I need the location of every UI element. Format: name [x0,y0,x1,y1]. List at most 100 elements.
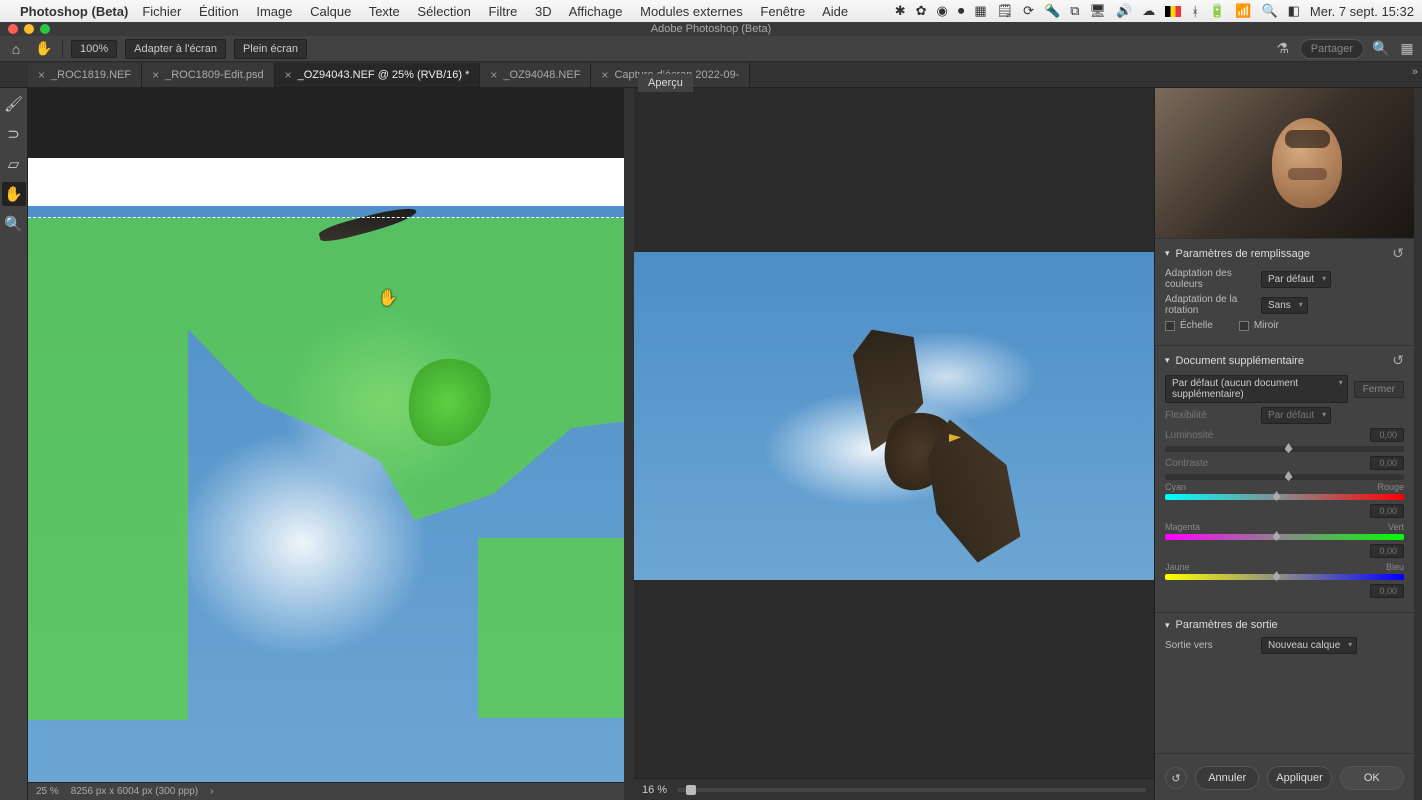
menu-fenetre[interactable]: Fenêtre [760,4,805,19]
menu-edition[interactable]: Édition [199,4,239,19]
value-luminosity: 0,00 [1370,428,1404,442]
brush-tool-icon[interactable]: 🖌 [2,92,26,116]
share-button[interactable]: Partager [1300,39,1364,59]
menu-selection[interactable]: Sélection [417,4,470,19]
home-icon[interactable]: ⌂ [6,39,26,59]
close-icon[interactable]: × [285,68,292,82]
window-minimize-button[interactable] [24,24,34,34]
tray-control-icon[interactable]: ◧ [1288,3,1300,19]
tray-icon[interactable]: ✿ [916,3,927,19]
search-icon[interactable]: 🔍 [1372,40,1390,58]
tray-battery-icon[interactable]: 🔋 [1209,3,1225,19]
tray-icon[interactable]: 🖥 [1090,3,1107,19]
document-tab[interactable]: × _ROC1819.NEF [28,63,142,87]
window-zoom-button[interactable] [40,24,50,34]
source-canvas[interactable]: ✋ 25 % 8256 px x 6004 px (300 ppp) › [28,88,624,800]
slider-cyan-red[interactable] [1165,494,1404,500]
extra-doc-dropdown[interactable]: Par défaut (aucun document supplémentair… [1165,375,1348,403]
menu-fichier[interactable]: Fichier [142,4,181,19]
chevron-down-icon[interactable]: ▾ [1165,620,1170,631]
beaker-icon[interactable]: ⚗ [1274,40,1292,58]
color-adapt-dropdown[interactable]: Par défaut [1261,271,1331,288]
fit-screen-button[interactable]: Adapter à l'écran [125,39,226,59]
close-icon[interactable]: × [601,68,608,82]
document-tabs: ×_ROC1819.NEF ×_ROC1809-Edit.psd ×_OZ940… [0,62,1422,88]
chevron-down-icon[interactable]: ▾ [1165,355,1170,366]
tray-icon[interactable]: ☁ [1142,3,1155,19]
tray-icon[interactable]: ◉ [937,3,948,19]
slider-luminosity[interactable] [1165,446,1404,452]
section-title: Document supplémentaire [1176,355,1304,367]
tab-label: _OZ94043.NEF @ 25% (RVB/16) * [298,69,470,81]
tray-volume-icon[interactable]: 🔊 [1116,3,1132,19]
lasso-tool-icon[interactable]: ⊃ [2,122,26,146]
app-name[interactable]: Photoshop (Beta) [20,4,128,19]
slider-yellow-blue[interactable] [1165,574,1404,580]
slider-magenta-green[interactable] [1165,534,1404,540]
menu-image[interactable]: Image [256,4,292,19]
document-tab-active[interactable]: × _OZ94043.NEF @ 25% (RVB/16) * [275,63,481,87]
full-screen-button[interactable]: Plein écran [234,39,307,59]
tray-icon[interactable]: ✱ [895,3,906,19]
workspace-icon[interactable]: ▦ [1398,40,1416,58]
tray-clock[interactable]: Mer. 7 sept. 15:32 [1310,4,1414,19]
menu-modules[interactable]: Modules externes [640,4,743,19]
window-close-button[interactable] [8,24,18,34]
hand-tool-icon[interactable]: ✋ [2,182,26,206]
tab-overflow-icon[interactable]: » [1412,66,1418,78]
hand-tool-icon[interactable]: ✋ [34,39,54,59]
menu-3d[interactable]: 3D [535,4,552,19]
ok-button[interactable]: OK [1340,766,1404,790]
tray-icon[interactable]: 🔦 [1044,3,1060,19]
status-dims[interactable]: 8256 px x 6004 px (300 ppp) [71,786,198,797]
preview-footer: 16 % [634,778,1154,800]
menu-calque[interactable]: Calque [310,4,351,19]
status-chevron-icon[interactable]: › [210,786,213,797]
tray-wifi-icon[interactable]: 📶 [1235,3,1251,19]
tray-icon[interactable]: ⟳ [1023,3,1034,19]
close-icon[interactable]: × [152,68,159,82]
preview-canvas[interactable]: Aperçu 16 % [634,88,1154,800]
label-jaune: Jaune [1165,562,1190,572]
preview-zoom-slider[interactable] [677,788,1146,792]
reset-icon[interactable]: ↺ [1392,352,1404,369]
chevron-down-icon[interactable]: ▾ [1165,248,1170,259]
close-doc-button[interactable]: Fermer [1354,381,1404,398]
preview-zoom[interactable]: 16 % [642,784,667,796]
tab-label: _ROC1819.NEF [51,69,131,81]
tray-icon[interactable]: ⏺ [958,3,965,19]
close-icon[interactable]: × [490,68,497,82]
checkbox-mirror[interactable]: Miroir [1239,320,1279,331]
hand-cursor-icon: ✋ [378,288,396,306]
slider-contrast[interactable] [1165,474,1404,480]
zoom-input[interactable]: 100% [71,40,117,58]
tray-icon[interactable]: ▦ [974,3,986,19]
reset-icon[interactable]: ↺ [1392,245,1404,262]
document-tab[interactable]: ×_ROC1809-Edit.psd [142,63,274,87]
tray-flag-icon[interactable] [1165,6,1181,17]
menu-affichage[interactable]: Affichage [569,4,623,19]
tray-icon[interactable]: ⧉ [1070,3,1079,19]
apply-button[interactable]: Appliquer [1267,766,1331,790]
status-zoom[interactable]: 25 % [36,786,59,797]
section-fill-settings: ▾Paramètres de remplissage↺ Adaptation d… [1155,238,1414,345]
tray-bluetooth-icon[interactable]: ᚼ [1191,4,1199,19]
menu-filtre[interactable]: Filtre [489,4,518,19]
mac-menubar: Photoshop (Beta) Fichier Édition Image C… [0,0,1422,22]
cancel-button[interactable]: Annuler [1195,766,1259,790]
tray-icon[interactable]: 🗒 [997,3,1014,19]
output-dropdown[interactable]: Nouveau calque [1261,637,1357,654]
zoom-tool-icon[interactable]: 🔍 [2,212,26,236]
close-icon[interactable]: × [38,68,45,82]
polygon-tool-icon[interactable]: ▱ [2,152,26,176]
app-menus: Fichier Édition Image Calque Texte Sélec… [142,4,862,19]
menu-texte[interactable]: Texte [369,4,400,19]
rot-adapt-dropdown[interactable]: Sans [1261,297,1308,314]
reset-all-icon[interactable]: ↺ [1165,767,1187,789]
menu-aide[interactable]: Aide [822,4,848,19]
tray-search-icon[interactable]: 🔍 [1261,3,1277,19]
selection-marquee [28,158,624,218]
preview-tab[interactable]: Aperçu [638,74,693,92]
document-tab[interactable]: ×_OZ94048.NEF [480,63,591,87]
checkbox-scale[interactable]: Échelle [1165,320,1213,331]
